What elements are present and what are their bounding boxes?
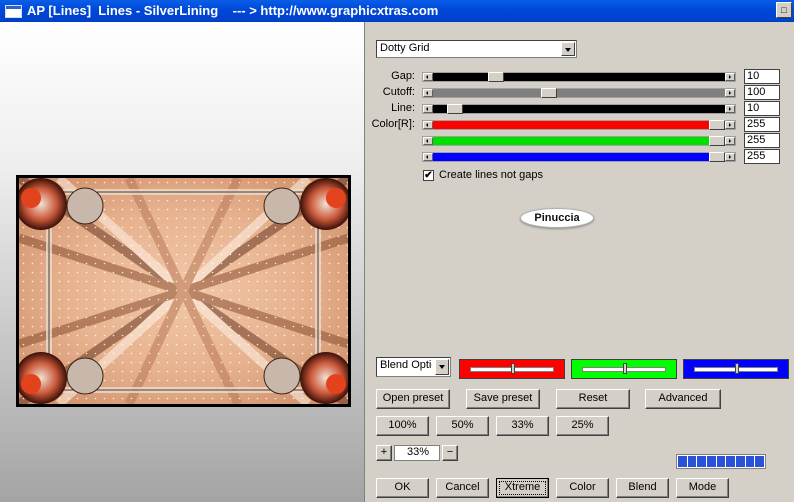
zoom-value[interactable]: 33% [394, 445, 440, 461]
slider-right-arrow-icon[interactable] [725, 73, 735, 81]
open-preset-button[interactable]: Open preset [376, 389, 450, 409]
slider-right-arrow-icon[interactable] [725, 153, 735, 161]
slider-track[interactable] [433, 72, 725, 82]
slider-thumb[interactable] [488, 72, 505, 82]
progress-segment [745, 456, 755, 467]
color-button[interactable]: Color [556, 478, 609, 498]
slider-left-arrow-icon[interactable] [423, 73, 433, 81]
blend-button[interactable]: Blend [616, 478, 669, 498]
mode-button[interactable]: Mode [676, 478, 729, 498]
slider-left-arrow-icon[interactable] [423, 121, 433, 129]
slider-track[interactable] [433, 136, 725, 146]
slider-track[interactable] [433, 88, 725, 98]
parameter-slider[interactable] [422, 120, 736, 130]
slider-left-arrow-icon[interactable] [423, 137, 433, 145]
slider-value-field[interactable]: 10 [744, 101, 780, 116]
create-lines-checkbox[interactable]: ✔ [423, 170, 434, 181]
ok-button[interactable]: OK [376, 478, 429, 498]
progress-segment [755, 456, 765, 467]
slider-label: Line: [391, 102, 415, 114]
swatch-slider-thumb[interactable] [623, 363, 627, 374]
slider-value-field[interactable]: 255 [744, 133, 780, 148]
blend-options-select[interactable]: Blend Optio [376, 357, 451, 377]
preview-image-frame [16, 175, 351, 407]
cancel-button[interactable]: Cancel [436, 478, 489, 498]
slider-left-arrow-icon[interactable] [423, 105, 433, 113]
parameter-slider[interactable] [422, 72, 736, 82]
slider-left-arrow-icon[interactable] [423, 89, 433, 97]
slider-thumb[interactable] [446, 104, 463, 114]
slider-value-field[interactable]: 100 [744, 85, 780, 100]
slider-right-arrow-icon[interactable] [725, 89, 735, 97]
parameter-slider[interactable] [422, 104, 736, 114]
progress-segment [707, 456, 716, 467]
slider-value-field[interactable]: 255 [744, 149, 780, 164]
color-swatch-slider[interactable] [459, 359, 565, 379]
slider-right-arrow-icon[interactable] [725, 137, 735, 145]
progress-segment [687, 456, 697, 467]
window-title: AP [Lines] Lines - SilverLining --- > ht… [27, 3, 439, 18]
reset-button[interactable]: Reset [556, 389, 630, 409]
zoom-minus-button[interactable]: − [442, 445, 458, 461]
slider-thumb[interactable] [709, 120, 725, 130]
slider-track[interactable] [433, 104, 725, 114]
swatch-slider-thumb[interactable] [735, 363, 739, 374]
slider-value-field[interactable]: 10 [744, 69, 780, 84]
parameter-slider[interactable] [422, 88, 736, 98]
zoom-25-button[interactable]: 25% [556, 416, 609, 436]
parameter-slider[interactable] [422, 136, 736, 146]
pinuccia-logo: Pinuccia [520, 208, 594, 228]
slider-label: Color[R]: [371, 118, 415, 130]
xtreme-button[interactable]: Xtreme [496, 478, 549, 498]
color-swatch-slider[interactable] [571, 359, 677, 379]
slider-label: Cutoff: [382, 86, 415, 98]
slider-track[interactable] [433, 120, 725, 130]
preview-panel [0, 22, 365, 502]
create-lines-label: Create lines not gaps [439, 169, 543, 181]
chevron-down-icon[interactable] [561, 42, 575, 56]
slider-value-field[interactable]: 255 [744, 117, 780, 132]
swatch-slider-thumb[interactable] [511, 363, 515, 374]
slider-track[interactable] [433, 152, 725, 162]
progress-segment [716, 456, 726, 467]
advanced-button[interactable]: Advanced [645, 389, 721, 409]
preview-image [19, 178, 348, 404]
slider-right-arrow-icon[interactable] [725, 121, 735, 129]
progress-indicator [676, 454, 766, 469]
blend-options-value: Blend Optio [380, 359, 432, 371]
close-icon[interactable]: □ [776, 2, 792, 18]
slider-right-arrow-icon[interactable] [725, 105, 735, 113]
zoom-plus-button[interactable]: + [376, 445, 392, 461]
zoom-50-button[interactable]: 50% [436, 416, 489, 436]
slider-left-arrow-icon[interactable] [423, 153, 433, 161]
slider-thumb[interactable] [540, 88, 557, 98]
parameter-slider[interactable] [422, 152, 736, 162]
effect-select[interactable]: Dotty Grid [376, 40, 577, 58]
title-bar: AP [Lines] Lines - SilverLining --- > ht… [0, 0, 794, 22]
slider-label: Gap: [391, 70, 415, 82]
progress-segment [678, 456, 687, 467]
progress-segment [736, 456, 745, 467]
progress-segment [726, 456, 736, 467]
zoom-33-button[interactable]: 33% [496, 416, 549, 436]
save-preset-button[interactable]: Save preset [466, 389, 540, 409]
color-swatch-slider[interactable] [683, 359, 789, 379]
effect-select-value: Dotty Grid [380, 42, 430, 54]
progress-segment [697, 456, 707, 467]
chevron-down-icon[interactable] [435, 359, 449, 375]
zoom-100-button[interactable]: 100% [376, 416, 429, 436]
slider-thumb[interactable] [709, 136, 725, 146]
app-window-icon [5, 5, 22, 18]
slider-thumb[interactable] [709, 152, 725, 162]
